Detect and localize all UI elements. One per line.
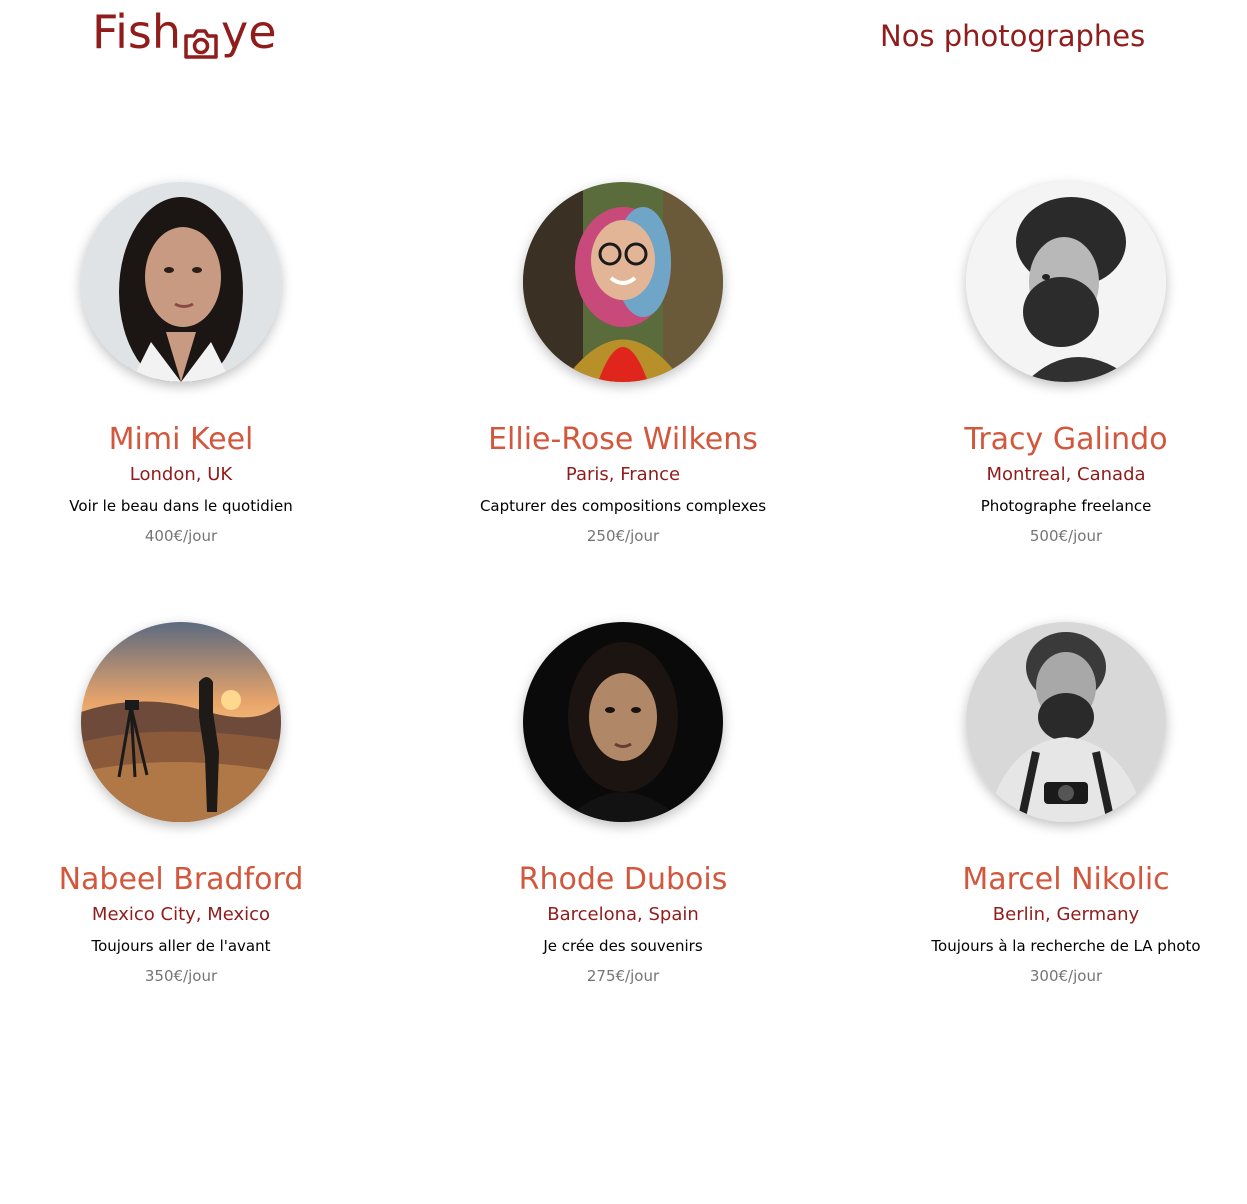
photographer-tagline: Photographe freelance xyxy=(980,497,1152,515)
photographer-name: Marcel Nikolic xyxy=(962,862,1170,897)
photographer-name: Mimi Keel xyxy=(108,422,254,457)
photographer-location: London, UK xyxy=(129,464,233,485)
photographer-card-tracy-galindo[interactable]: Tracy Galindo Montreal, Canada Photograp… xyxy=(856,182,1247,546)
portrait-woman-long-dark-hair-icon xyxy=(81,182,281,382)
photographer-tagline: Je crée des souvenirs xyxy=(543,937,703,955)
photographer-location: Mexico City, Mexico xyxy=(91,904,271,925)
page-title: Nos photographes xyxy=(880,19,1146,53)
site-header: Fish ye Nos photographes xyxy=(0,0,1247,80)
photographer-card-marcel-nikolic[interactable]: Marcel Nikolic Berlin, Germany Toujours … xyxy=(856,622,1247,986)
photographer-tagline: Capturer des compositions complexes xyxy=(479,497,767,515)
fisheye-logo[interactable]: Fish ye xyxy=(92,4,277,60)
photographer-price: 500€/jour xyxy=(1029,527,1103,545)
camera-icon xyxy=(182,17,220,59)
photographer-price: 350€/jour xyxy=(144,967,218,985)
portrait-woman-dark-background-icon xyxy=(523,622,723,822)
photographer-tagline: Toujours à la recherche de LA photo xyxy=(931,937,1201,955)
photographer-card-rhode-dubois[interactable]: Rhode Dubois Barcelona, Spain Je crée de… xyxy=(413,622,833,986)
photographer-location: Barcelona, Spain xyxy=(547,904,699,925)
photographer-card-ellie-rose-wilkens[interactable]: Ellie-Rose Wilkens Paris, France Capture… xyxy=(413,182,833,546)
logo-text-left: Fish xyxy=(92,5,182,59)
portrait-man-beard-camera-bw-icon xyxy=(966,622,1166,822)
portrait-man-curly-hair-bw-icon xyxy=(966,182,1166,382)
photographer-price: 300€/jour xyxy=(1029,967,1103,985)
photographer-location: Berlin, Germany xyxy=(992,904,1140,925)
landscape-sunset-silhouette-tripod-icon xyxy=(81,622,281,822)
photographer-price: 250€/jour xyxy=(586,527,660,545)
photographer-location: Montreal, Canada xyxy=(986,464,1146,485)
logo-text-right: ye xyxy=(221,5,277,59)
photographer-price: 275€/jour xyxy=(586,967,660,985)
photographer-tagline: Toujours aller de l'avant xyxy=(91,937,271,955)
photographer-tagline: Voir le beau dans le quotidien xyxy=(69,497,293,515)
photographer-location: Paris, France xyxy=(565,464,681,485)
photographer-card-nabeel-bradford[interactable]: Nabeel Bradford Mexico City, Mexico Touj… xyxy=(0,622,391,986)
photographer-name: Tracy Galindo xyxy=(964,422,1168,457)
photographer-name: Ellie-Rose Wilkens xyxy=(488,422,758,457)
photographer-card-mimi-keel[interactable]: Mimi Keel London, UK Voir le beau dans l… xyxy=(0,182,391,546)
portrait-woman-glasses-colorful-hair-icon xyxy=(523,182,723,382)
photographer-price: 400€/jour xyxy=(144,527,218,545)
photographer-name: Rhode Dubois xyxy=(518,862,728,897)
photographer-name: Nabeel Bradford xyxy=(58,862,304,897)
